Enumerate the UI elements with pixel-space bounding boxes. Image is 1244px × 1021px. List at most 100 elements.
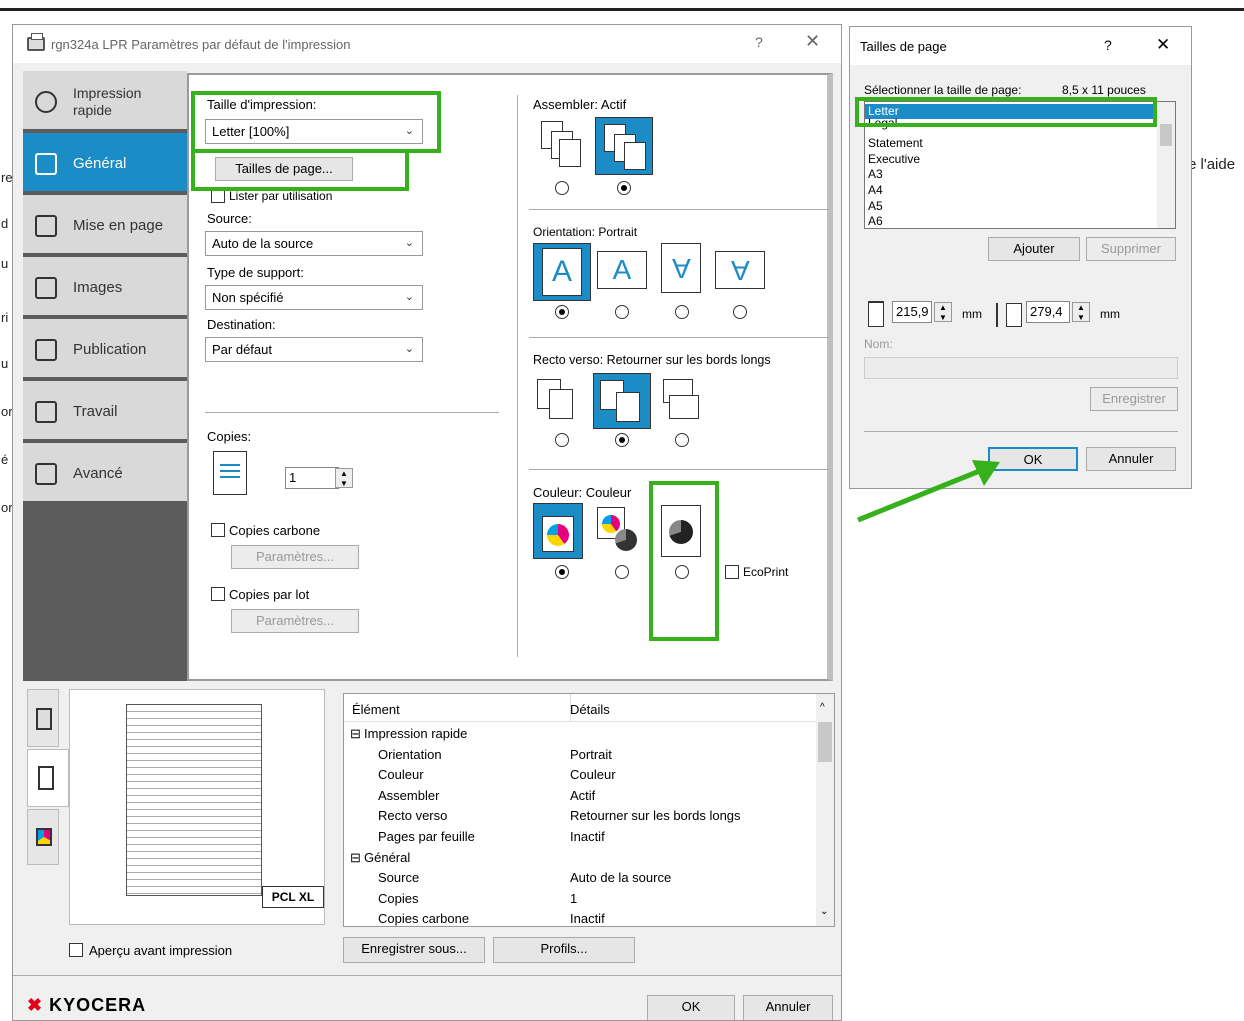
orientation-landscape-radio[interactable]: [615, 305, 629, 319]
portrait-rotated-icon[interactable]: A: [661, 243, 701, 293]
landscape-icon[interactable]: A: [597, 251, 647, 289]
ecoprint-checkbox[interactable]: [725, 565, 739, 579]
background-fragment: é: [1, 452, 9, 467]
divider: [864, 431, 1178, 432]
list-by-usage-checkbox[interactable]: [211, 189, 225, 203]
advanced-arrow-icon: [35, 463, 57, 485]
list-scroll-thumb[interactable]: [1160, 124, 1172, 146]
collate-off-radio[interactable]: [555, 181, 569, 195]
orientation-rotated-landscape-radio[interactable]: [733, 305, 747, 319]
duplex-off-radio[interactable]: [555, 433, 569, 447]
list-scrollbar[interactable]: [1157, 102, 1175, 228]
color-radio[interactable]: [555, 565, 569, 579]
nav-item-images[interactable]: Images: [23, 257, 187, 317]
preview-checkbox[interactable]: [69, 943, 83, 957]
list-item[interactable]: Statement: [868, 136, 923, 151]
help-button[interactable]: ?: [755, 34, 763, 50]
orientation-portrait-radio[interactable]: [555, 305, 569, 319]
list-item[interactable]: A3: [868, 167, 883, 182]
color-mode-icon[interactable]: [533, 503, 583, 559]
carbon-copies-checkbox[interactable]: [211, 523, 225, 537]
list-item[interactable]: A5: [868, 199, 883, 214]
source-select[interactable]: Auto de la source ⌄: [205, 231, 423, 256]
save-size-button[interactable]: Enregistrer: [1090, 387, 1178, 411]
batch-copies-checkbox[interactable]: [211, 587, 225, 601]
add-size-button[interactable]: Ajouter: [988, 237, 1080, 261]
media-type-select[interactable]: Non spécifié ⌄: [205, 285, 423, 310]
uncollated-icon[interactable]: [539, 119, 583, 171]
table-cell-item: Source: [378, 870, 420, 886]
background-fragment: u: [1, 256, 9, 271]
list-item[interactable]: Executive: [868, 152, 920, 167]
name-input[interactable]: [864, 357, 1178, 379]
collated-icon[interactable]: [595, 117, 653, 175]
delete-size-button[interactable]: Supprimer: [1086, 237, 1176, 261]
color-tab[interactable]: [27, 809, 59, 865]
job-stack-icon: [35, 401, 57, 423]
color-palette-icon: [36, 828, 52, 846]
collapse-icon[interactable]: ⊟: [350, 726, 361, 742]
copies-stepper[interactable]: ▲ ▼: [335, 468, 353, 488]
cancel-button[interactable]: Annuler: [743, 995, 833, 1020]
orientation-rotated-portrait-radio[interactable]: [675, 305, 689, 319]
width-input[interactable]: 215,9: [892, 301, 932, 323]
close-button[interactable]: ✕: [805, 31, 820, 52]
top-divider: [0, 8, 1244, 11]
scroll-up-icon[interactable]: ^: [820, 702, 825, 713]
height-input[interactable]: 279,4: [1026, 301, 1070, 323]
table-scrollbar[interactable]: ^ ⌄: [816, 694, 834, 926]
duplex-short-edge-icon[interactable]: [655, 377, 703, 425]
table-cell-item: Copies: [378, 890, 419, 906]
chevron-down-icon: ⌄: [404, 291, 414, 303]
duplex-short-radio[interactable]: [675, 433, 689, 447]
orientation-label: Orientation: Portrait: [533, 225, 638, 239]
dialog-cancel-button[interactable]: Annuler: [1086, 447, 1176, 471]
width-icon: [868, 301, 884, 327]
page-sizes-dialog: Tailles de page ? ✕ Sélectionner la tail…: [849, 26, 1192, 489]
carbon-params-button[interactable]: Paramètres...: [231, 545, 359, 569]
auto-color-icon[interactable]: [595, 507, 645, 559]
dialog-help-button[interactable]: ?: [1104, 37, 1112, 53]
duplex-long-radio[interactable]: [615, 433, 629, 447]
printer-tab[interactable]: [27, 689, 59, 747]
scroll-down-icon[interactable]: ⌄: [820, 906, 828, 917]
batch-params-button[interactable]: Paramètres...: [231, 609, 359, 633]
height-page-icon: [1006, 303, 1022, 327]
collate-on-radio[interactable]: [617, 181, 631, 195]
nav-item-publication[interactable]: Publication: [23, 319, 187, 379]
copies-input[interactable]: 1: [285, 467, 339, 489]
nav-item-job[interactable]: Travail: [23, 381, 187, 441]
table-row: Recto verso Retourner sur les bords longs: [344, 808, 816, 828]
destination-select[interactable]: Par défaut ⌄: [205, 337, 423, 362]
list-item[interactable]: A6: [868, 214, 883, 228]
carbon-copies-label: Copies carbone: [229, 523, 321, 538]
collapse-icon[interactable]: ⊟: [350, 850, 361, 866]
table-row: ⊟ Impression rapide: [344, 726, 816, 746]
list-item[interactable]: A4: [868, 183, 883, 198]
nav-item-advanced[interactable]: Avancé: [23, 443, 187, 503]
copies-label: Copies:: [207, 429, 252, 444]
portrait-icon[interactable]: A: [533, 243, 591, 301]
table-cell-item: Pages par feuille: [378, 829, 475, 844]
table-cell-detail: Actif: [570, 787, 596, 803]
nav-item-general[interactable]: Général: [23, 133, 187, 193]
width-stepper[interactable]: ▲ ▼: [934, 302, 952, 322]
height-stepper[interactable]: ▲ ▼: [1072, 302, 1090, 322]
highlight-letter-item: [855, 97, 1157, 127]
nav-item-quick-print[interactable]: Impression rapide: [23, 71, 187, 131]
profiles-button[interactable]: Profils...: [493, 937, 635, 963]
scroll-thumb[interactable]: [818, 722, 832, 762]
document-tab[interactable]: [27, 749, 69, 807]
landscape-rotated-icon[interactable]: A: [715, 251, 765, 289]
dialog-close-button[interactable]: ✕: [1156, 35, 1170, 55]
save-as-button[interactable]: Enregistrer sous...: [343, 937, 485, 963]
ok-button[interactable]: OK: [647, 995, 735, 1020]
green-arrow: [857, 460, 1000, 523]
duplex-long-edge-icon[interactable]: [593, 373, 651, 429]
booklet-icon: [35, 339, 57, 361]
dialog-title: Tailles de page: [860, 39, 947, 54]
nav-item-layout[interactable]: Mise en page: [23, 195, 187, 255]
auto-color-radio[interactable]: [615, 565, 629, 579]
simplex-icon[interactable]: [535, 377, 583, 425]
highlight-print-size: [191, 91, 441, 153]
